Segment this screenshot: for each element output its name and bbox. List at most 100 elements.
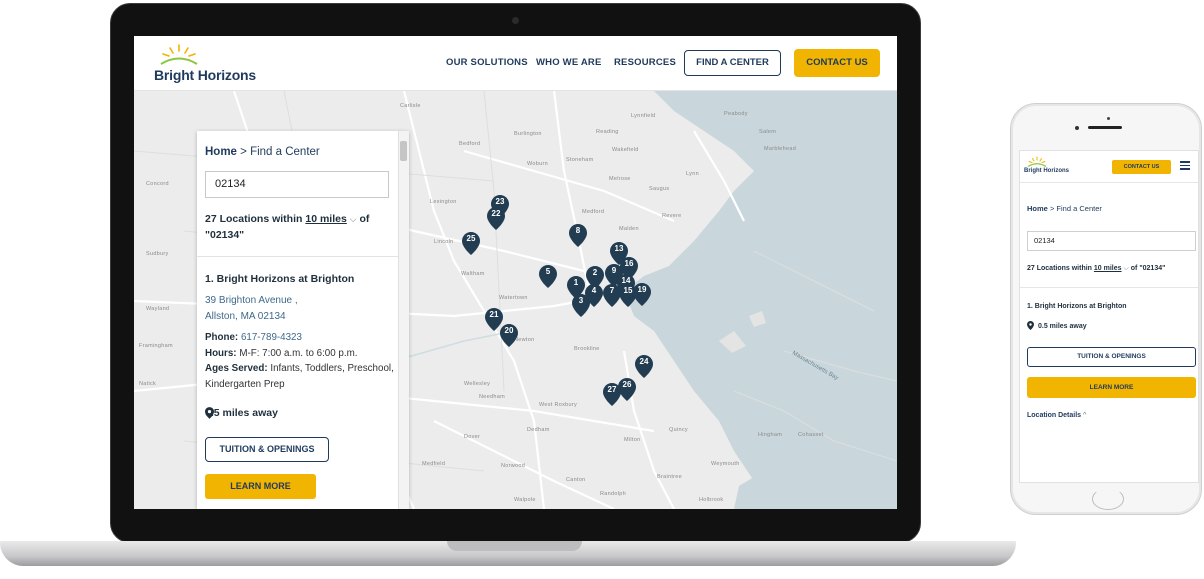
phone-home-button[interactable] xyxy=(1092,488,1124,510)
location-details-toggle[interactable]: Location Details ^ xyxy=(1027,412,1086,419)
phone-camera xyxy=(1075,126,1079,130)
map-label: Wakefield xyxy=(612,147,639,153)
phone-breadcrumb-current: Find a Center xyxy=(1056,204,1102,213)
map-label: Woburn xyxy=(527,161,548,167)
map-marker-label: 8 xyxy=(575,226,581,235)
map-marker-3[interactable]: 3 xyxy=(572,294,590,317)
learn-more-button[interactable]: LEARN MORE xyxy=(205,474,316,499)
map-marker-label: 2 xyxy=(592,268,598,277)
map-label: Brookline xyxy=(574,346,600,352)
nav-resources[interactable]: RESOURCES xyxy=(614,57,676,68)
map-label: Bedford xyxy=(459,141,481,147)
map-label: Revere xyxy=(662,213,682,219)
chevron-up-icon: ^ xyxy=(1083,412,1087,419)
map-marker-27[interactable]: 27 xyxy=(603,383,621,406)
map-marker-19[interactable]: 19 xyxy=(633,283,651,306)
phone-link[interactable]: 617-789-4323 xyxy=(241,332,302,343)
phone-breadcrumb: Home > Find a Center xyxy=(1027,204,1102,213)
tuition-openings-button[interactable]: TUITION & OPENINGS xyxy=(205,437,329,462)
map-marker-label: 19 xyxy=(637,285,647,294)
sunrise-logo-icon xyxy=(160,44,198,65)
results-count: 27 Locations within 10 miles ⌵ of "02134… xyxy=(205,211,390,243)
sunrise-logo-icon xyxy=(1027,156,1047,168)
nav-who-we-are[interactable]: WHO WE ARE xyxy=(536,57,602,68)
map-marker-label: 24 xyxy=(639,357,649,366)
phone-breadcrumb-separator: > xyxy=(1049,204,1055,213)
logo[interactable]: Bright Horizons xyxy=(149,43,269,87)
phone-label: Phone: xyxy=(205,332,239,343)
breadcrumb-home[interactable]: Home xyxy=(205,146,237,158)
map-label: Waltham xyxy=(461,271,485,277)
map-marker-22[interactable]: 22 xyxy=(487,207,505,230)
radius-select[interactable]: 10 miles xyxy=(305,213,346,225)
map-label: Cohasset xyxy=(798,432,824,438)
map-marker-25[interactable]: 25 xyxy=(462,232,480,255)
map-marker-label: 22 xyxy=(491,209,501,218)
phone-contact-us-button[interactable]: CONTACT US xyxy=(1112,160,1171,174)
map-label: Natick xyxy=(139,381,157,387)
phone-location-name[interactable]: 1. Bright Horizons at Brighton xyxy=(1027,303,1127,310)
results-count-query: "02134" xyxy=(205,229,245,241)
map-label: Marblehead xyxy=(764,146,797,152)
find-a-center-button[interactable]: FIND A CENTER xyxy=(684,50,781,76)
map-label: Sudbury xyxy=(146,251,169,257)
address-line-1[interactable]: 39 Brighton Avenue , xyxy=(205,295,298,306)
phone-zip-input[interactable]: 02134 xyxy=(1027,231,1196,251)
map-label: Canton xyxy=(566,477,586,483)
location-name[interactable]: 1. Bright Horizons at Brighton xyxy=(205,273,354,285)
breadcrumb-current: Find a Center xyxy=(250,146,320,158)
breadcrumb: Home > Find a Center xyxy=(205,146,320,158)
address-line-2[interactable]: Allston, MA 02134 xyxy=(205,311,286,322)
map-label: Needham xyxy=(479,394,505,400)
panel-scroll-thumb[interactable] xyxy=(400,141,407,161)
hours-label: Hours: xyxy=(205,347,237,359)
map-marker-5[interactable]: 5 xyxy=(539,265,557,288)
map[interactable]: Carlisle Bedford Burlington Woburn Stone… xyxy=(134,91,897,509)
map-pin-icon xyxy=(1027,321,1034,330)
map-label: Salem xyxy=(759,129,777,135)
map-marker-8[interactable]: 8 xyxy=(569,224,587,247)
map-label: Medfield xyxy=(422,461,446,467)
phone-radius-select[interactable]: 10 miles xyxy=(1094,265,1122,272)
phone-distance-text: 0.5 miles away xyxy=(1038,323,1087,330)
map-label: Burlington xyxy=(514,131,542,137)
map-marker-label: 13 xyxy=(614,244,624,253)
map-label: Lynnfield xyxy=(631,113,656,119)
map-label: Medford xyxy=(582,209,605,215)
map-label: Norwood xyxy=(501,463,526,469)
map-label: Malden xyxy=(619,226,639,232)
results-panel: Home > Find a Center 02134 27 Locations … xyxy=(197,131,409,509)
panel-scrollbar[interactable] xyxy=(398,131,409,509)
nav-our-solutions[interactable]: OUR SOLUTIONS xyxy=(446,57,528,68)
phone-tuition-openings-button[interactable]: TUITION & OPENINGS xyxy=(1027,347,1196,367)
phone-count-suffix: of "02134" xyxy=(1130,265,1166,272)
hamburger-menu-icon[interactable] xyxy=(1180,161,1190,170)
map-marker-label: 21 xyxy=(489,310,499,319)
laptop-notch xyxy=(447,541,582,551)
map-marker-label: 27 xyxy=(607,385,617,394)
chevron-down-icon[interactable]: ⌵ xyxy=(350,214,357,224)
map-marker-label: 23 xyxy=(495,197,505,206)
chevron-down-icon[interactable]: ⌵ xyxy=(1124,265,1129,272)
results-count-prefix: 27 Locations within xyxy=(205,213,303,225)
location-address[interactable]: 39 Brighton Avenue , Allston, MA 02134 xyxy=(205,293,298,325)
map-label: Carlisle xyxy=(400,103,421,109)
phone-logo-text[interactable]: Bright Horizons xyxy=(1024,168,1069,174)
phone-speaker xyxy=(1088,126,1122,129)
map-label: Quincy xyxy=(669,427,688,433)
map-marker-label: 1 xyxy=(573,278,579,287)
breadcrumb-separator: > xyxy=(240,146,247,158)
phone-learn-more-button[interactable]: LEARN MORE xyxy=(1027,377,1196,398)
map-label: Walpole xyxy=(514,497,536,503)
map-label: West Roxbury xyxy=(539,402,578,408)
map-label: Randolph xyxy=(600,491,626,497)
phone-breadcrumb-home[interactable]: Home xyxy=(1027,204,1048,213)
map-label: Hingham xyxy=(758,432,783,438)
zip-search-input[interactable]: 02134 xyxy=(205,171,389,198)
map-label: Weymouth xyxy=(711,461,740,467)
map-label: Braintree xyxy=(657,474,683,480)
map-marker-24[interactable]: 24 xyxy=(635,355,653,378)
map-label: Saugus xyxy=(649,186,670,192)
contact-us-button[interactable]: CONTACT US xyxy=(794,49,880,77)
map-marker-20[interactable]: 20 xyxy=(500,324,518,347)
